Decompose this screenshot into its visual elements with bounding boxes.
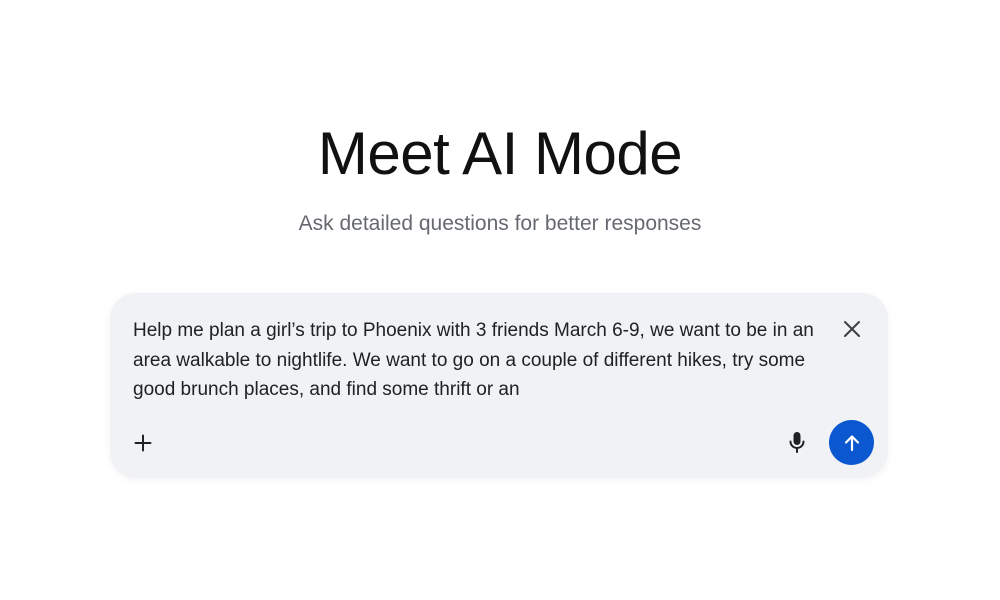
- close-icon: [844, 321, 860, 337]
- clear-button[interactable]: [838, 315, 866, 343]
- add-attachment-button[interactable]: [129, 429, 157, 457]
- ai-mode-page: Meet AI Mode Ask detailed questions for …: [0, 0, 1000, 600]
- page-subtitle: Ask detailed questions for better respon…: [298, 212, 702, 235]
- submit-button[interactable]: [829, 420, 874, 465]
- query-input[interactable]: Help me plan a girl’s trip to Phoenix wi…: [133, 316, 829, 405]
- page-title: Meet AI Mode: [317, 120, 683, 187]
- arrow-up-icon: [844, 434, 859, 451]
- plus-icon: [134, 434, 152, 452]
- microphone-icon: [789, 432, 805, 453]
- voice-search-button[interactable]: [783, 428, 811, 458]
